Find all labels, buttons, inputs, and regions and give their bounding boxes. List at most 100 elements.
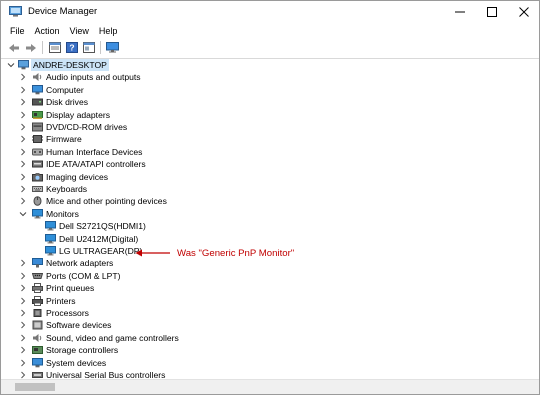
tree-item-sound[interactable]: Sound, video and game controllers xyxy=(1,332,539,345)
close-button[interactable] xyxy=(509,1,539,23)
chevron-right-icon[interactable] xyxy=(19,259,27,267)
tree-item-label: Audio inputs and outputs xyxy=(46,72,141,83)
tree-item-printers[interactable]: Printers xyxy=(1,295,539,308)
device-manager-icon xyxy=(9,6,22,17)
processor-icon xyxy=(33,309,42,317)
tree-item-label: Monitors xyxy=(46,208,79,219)
tree-root[interactable]: ANDRE-DESKTOP xyxy=(1,59,539,72)
tree-child-monitor[interactable]: Dell S2721QS(HDMI1) xyxy=(1,220,539,233)
toolbar: ? xyxy=(1,38,539,57)
tree-item-system[interactable]: System devices xyxy=(1,357,539,370)
tree-item-display-adapters[interactable]: Display adapters xyxy=(1,109,539,122)
chevron-right-icon[interactable] xyxy=(19,346,27,354)
toolbar-separator xyxy=(42,41,43,54)
speaker-icon xyxy=(33,73,42,82)
device-tree[interactable]: ANDRE-DESKTOP Audio inputs and outputs C… xyxy=(1,59,539,381)
chevron-right-icon[interactable] xyxy=(19,272,27,280)
tree-item-label: Software devices xyxy=(46,320,112,331)
chevron-right-icon[interactable] xyxy=(19,197,27,205)
tree-item-label: Mice and other pointing devices xyxy=(46,196,167,207)
chevron-right-icon[interactable] xyxy=(19,135,27,143)
tree-child-monitor[interactable]: Dell U2412M(Digital) xyxy=(1,233,539,246)
mouse-icon xyxy=(33,196,42,207)
menu-view[interactable]: View xyxy=(65,24,94,38)
chevron-right-icon[interactable] xyxy=(19,123,27,131)
maximize-button[interactable] xyxy=(477,1,507,23)
monitor-icon xyxy=(45,233,56,243)
scrollbar-thumb[interactable] xyxy=(15,383,55,391)
network-icon xyxy=(32,258,43,268)
tree-item-processors[interactable]: Processors xyxy=(1,307,539,320)
forward-icon xyxy=(25,43,36,52)
forward-button[interactable] xyxy=(22,40,39,56)
chevron-right-icon[interactable] xyxy=(19,371,27,379)
tree-item-print-queues[interactable]: Print queues xyxy=(1,282,539,295)
annotation-arrow-icon xyxy=(135,249,170,257)
tree-item-label: DVD/CD-ROM drives xyxy=(46,122,128,132)
tree-item-label: System devices xyxy=(46,357,107,368)
chevron-down-icon[interactable] xyxy=(19,210,27,218)
printer-icon xyxy=(32,283,43,294)
tree-item-label: Printers xyxy=(46,295,76,306)
chevron-right-icon[interactable] xyxy=(19,321,27,329)
menu-action[interactable]: Action xyxy=(30,24,65,38)
properties-button[interactable] xyxy=(46,40,63,56)
tree-item-storage[interactable]: Storage controllers xyxy=(1,344,539,357)
minimize-button[interactable] xyxy=(445,1,475,23)
tree-item-imaging[interactable]: Imaging devices xyxy=(1,171,539,184)
properties-icon xyxy=(48,42,61,53)
monitor-icon xyxy=(32,208,43,219)
chevron-right-icon[interactable] xyxy=(19,309,27,317)
tree-item-mice[interactable]: Mice and other pointing devices xyxy=(1,195,539,208)
chevron-right-icon[interactable] xyxy=(19,185,27,193)
tree-child-label: Dell S2721QS(HDMI1) xyxy=(59,221,146,232)
chevron-right-icon[interactable] xyxy=(19,173,27,181)
tree-item-ports[interactable]: Ports (COM & LPT) xyxy=(1,270,539,283)
chevron-right-icon[interactable] xyxy=(19,111,27,119)
tree-item-label: IDE ATA/ATAPI controllers xyxy=(46,159,146,170)
menu-file[interactable]: File xyxy=(5,24,30,38)
tree-item-software[interactable]: Software devices xyxy=(1,319,539,332)
tree-item-ide[interactable]: IDE ATA/ATAPI controllers xyxy=(1,158,539,171)
update-driver-button[interactable] xyxy=(80,40,97,56)
storage-icon xyxy=(32,346,43,355)
port-icon xyxy=(32,272,43,279)
tree-item-disk-drives[interactable]: Disk drives xyxy=(1,96,539,109)
tree-item-keyboards[interactable]: Keyboards xyxy=(1,183,539,196)
chevron-right-icon[interactable] xyxy=(19,334,27,342)
disk-icon xyxy=(32,98,43,106)
tree-item-hid[interactable]: Human Interface Devices xyxy=(1,146,539,159)
monitor-icon xyxy=(45,246,56,256)
computer-icon xyxy=(18,60,29,70)
horizontal-scrollbar[interactable] xyxy=(1,379,539,394)
chevron-right-icon[interactable] xyxy=(19,148,27,156)
chevron-right-icon[interactable] xyxy=(19,98,27,106)
tree-item-monitors[interactable]: Monitors xyxy=(1,208,539,221)
title-bar[interactable]: Device Manager xyxy=(1,1,539,23)
tree-root-label: ANDRE-DESKTOP xyxy=(31,59,109,71)
tree-item-computer[interactable]: Computer xyxy=(1,84,539,97)
chevron-right-icon[interactable] xyxy=(19,359,27,367)
scan-hardware-button[interactable] xyxy=(104,40,121,56)
chevron-down-icon[interactable] xyxy=(7,61,15,69)
menu-help[interactable]: Help xyxy=(94,24,123,38)
toolbar-separator xyxy=(100,41,101,54)
tree-item-label: Computer xyxy=(46,84,84,95)
chevron-right-icon[interactable] xyxy=(19,297,27,305)
chevron-right-icon[interactable] xyxy=(19,160,27,168)
help-button[interactable]: ? xyxy=(63,40,80,56)
chevron-right-icon[interactable] xyxy=(19,73,27,81)
annotation-text: Was "Generic PnP Monitor" xyxy=(177,248,295,259)
chevron-right-icon[interactable] xyxy=(19,86,27,94)
tree-item-firmware[interactable]: Firmware xyxy=(1,133,539,146)
hid-icon xyxy=(32,148,43,156)
close-icon xyxy=(519,7,529,17)
svg-text:?: ? xyxy=(69,43,74,53)
tree-item-network[interactable]: Network adapters xyxy=(1,257,539,270)
tree-item-audio[interactable]: Audio inputs and outputs xyxy=(1,71,539,84)
back-button[interactable] xyxy=(5,40,22,56)
back-icon xyxy=(8,43,19,52)
chevron-right-icon[interactable] xyxy=(19,284,27,292)
tree-item-label: Print queues xyxy=(46,283,95,294)
tree-item-dvd[interactable]: DVD/CD-ROM drives xyxy=(1,121,539,134)
